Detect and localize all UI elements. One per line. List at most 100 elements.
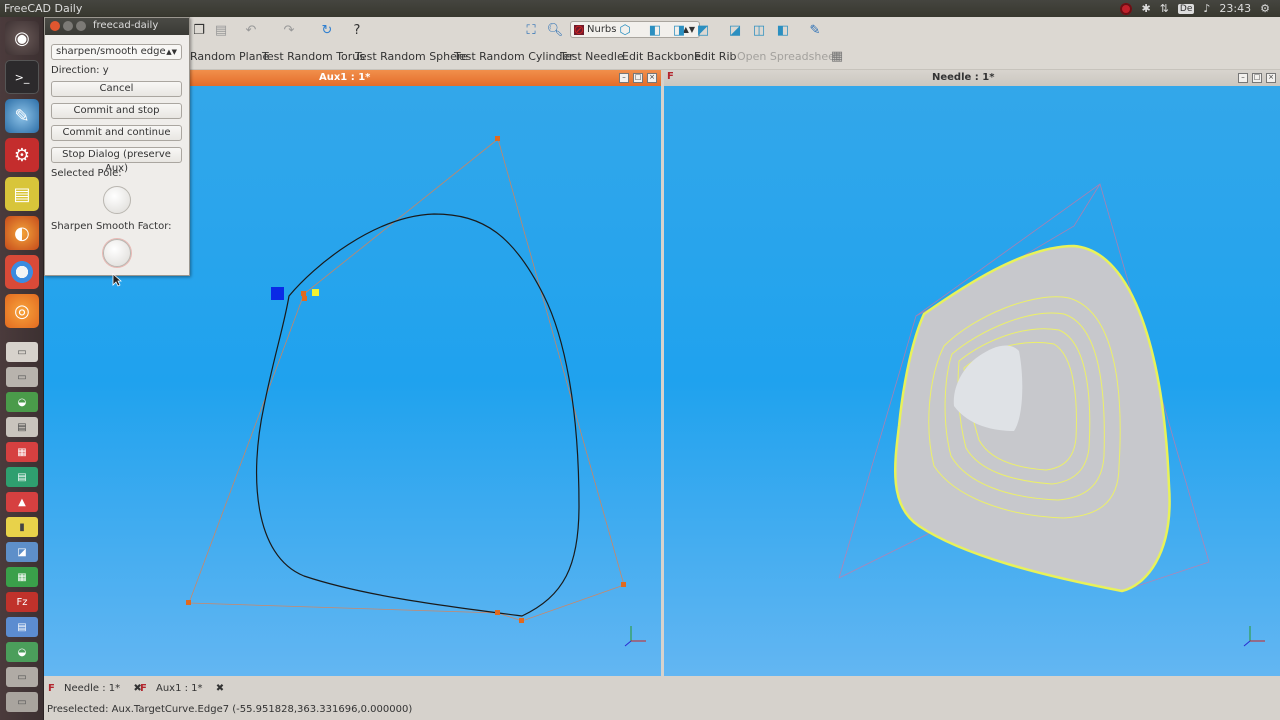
needle-3d-view[interactable] <box>664 86 1280 676</box>
app-icon-12[interactable]: ▭ <box>6 667 38 687</box>
notes-icon[interactable]: ▤ <box>5 177 39 211</box>
tab-aux1[interactable]: F Aux1 : 1* ✖ <box>136 682 230 698</box>
stop-dialog-button[interactable]: Stop Dialog (preserve Aux) <box>51 147 182 174</box>
control-pole[interactable] <box>621 582 626 587</box>
refresh-icon[interactable]: ↻ <box>318 21 336 39</box>
test-random-sphere-button[interactable]: Test Random Sphere <box>355 50 468 63</box>
open-spreadsheet-button[interactable]: Open Spreadsheet <box>737 50 839 63</box>
undo-icon[interactable]: ↶ <box>242 21 260 39</box>
control-pole[interactable] <box>186 600 191 605</box>
firefox-icon[interactable]: ◐ <box>5 216 39 250</box>
view-front-icon[interactable]: ◧ <box>646 21 664 39</box>
view-left-icon[interactable]: ◧ <box>774 21 792 39</box>
volume-icon[interactable]: ♪ <box>1203 2 1210 15</box>
app-icon-4[interactable]: ▦ <box>6 442 38 462</box>
control-pole[interactable] <box>301 291 306 296</box>
view-top-icon[interactable]: ◨ <box>670 21 688 39</box>
edit-backbone-button[interactable]: Edit Backbone <box>622 50 701 63</box>
settings-gear-icon[interactable]: ⚙ <box>1260 2 1270 15</box>
spreadsheet-icon[interactable]: ▦ <box>828 47 846 65</box>
commit-stop-button[interactable]: Commit and stop <box>51 103 182 119</box>
app-icon-9[interactable]: ▦ <box>6 567 38 587</box>
needle-viewport[interactable] <box>664 86 1280 676</box>
axis-cross-icon <box>624 626 646 647</box>
draw-style-icon[interactable]: ⊘ <box>570 21 588 39</box>
freecad-doc-icon: F <box>140 683 147 694</box>
cancel-button[interactable]: Cancel <box>51 81 182 97</box>
maximize-icon[interactable]: □ <box>1252 73 1262 83</box>
app-icon-5[interactable]: ▤ <box>6 467 38 487</box>
transfer-icon[interactable]: ⇅ <box>1160 2 1169 15</box>
control-polygon <box>188 138 625 622</box>
aux1-window-titlebar[interactable]: Aux1 : 1* – □ × <box>190 70 661 86</box>
view-right-icon[interactable]: ◩ <box>694 21 712 39</box>
app-icon-8[interactable]: ◪ <box>6 542 38 562</box>
zoom-icon[interactable]: 🔍︎ <box>546 21 564 39</box>
measure-icon[interactable]: ✎ <box>806 21 824 39</box>
close-icon[interactable] <box>50 21 60 31</box>
blender-icon[interactable]: ◎ <box>5 294 39 328</box>
system-top-bar: FreeCAD Daily ✱ ⇅ De ♪ 23:43 ⚙ <box>0 0 1280 17</box>
view-axo-icon[interactable]: ⬡ <box>616 21 634 39</box>
terminal-icon[interactable]: >_ <box>5 60 39 94</box>
selected-pole-dial[interactable] <box>103 186 131 214</box>
browser-icon[interactable]: ✎ <box>5 99 39 133</box>
status-bar: Preselected: Aux.TargetCurve.Edge7 (-55.… <box>44 701 1280 720</box>
filezilla-icon[interactable]: Fz <box>6 592 38 612</box>
close-icon[interactable]: ✖ <box>216 683 224 694</box>
dialog-titlebar[interactable]: freecad-daily <box>45 18 189 35</box>
chrome-icon[interactable] <box>5 255 39 289</box>
tab-needle[interactable]: F Needle : 1* ✖ <box>44 682 148 698</box>
app-icon-6[interactable]: ▲ <box>6 492 38 512</box>
commit-continue-button[interactable]: Commit and continue <box>51 125 182 141</box>
freecad-icon[interactable]: ⚙ <box>5 138 39 172</box>
selected-pole[interactable] <box>312 289 319 296</box>
view-rear-icon[interactable]: ◪ <box>726 21 744 39</box>
nurbs-toolbar: Random Plane Test Random Torus Test Rand… <box>190 42 1280 70</box>
control-pole[interactable] <box>495 136 500 141</box>
chevron-down-icon: ▲▼ <box>166 48 177 56</box>
files-icon[interactable]: ▭ <box>6 342 38 362</box>
sharpen-smooth-dialog: freecad-daily sharpen/smooth edge ▲▼ Dir… <box>44 17 190 276</box>
keyboard-layout[interactable]: De <box>1177 3 1195 14</box>
whats-this-icon[interactable]: ? <box>348 21 366 39</box>
clock[interactable]: 23:43 <box>1219 2 1251 15</box>
paste-icon[interactable]: ▤ <box>212 21 230 39</box>
control-pole[interactable] <box>302 296 307 301</box>
sharpen-factor-dial[interactable] <box>103 239 131 267</box>
app-icon-1[interactable]: ▭ <box>6 367 38 387</box>
control-pole[interactable] <box>495 610 500 615</box>
view-bottom-icon[interactable]: ◫ <box>750 21 768 39</box>
minimize-icon[interactable]: – <box>1238 73 1248 83</box>
record-icon[interactable] <box>1120 2 1133 15</box>
control-pole[interactable] <box>519 618 524 623</box>
test-needle-button[interactable]: Test Needle <box>560 50 624 63</box>
minimize-icon[interactable] <box>63 21 73 31</box>
freecad-doc-icon: F <box>667 71 674 82</box>
app-icon-3[interactable]: ▤ <box>6 417 38 437</box>
copy-icon[interactable]: ❐ <box>190 21 208 39</box>
maximize-icon[interactable] <box>76 21 86 31</box>
mode-select[interactable]: sharpen/smooth edge ▲▼ <box>51 44 182 60</box>
app-icon-10[interactable]: ▤ <box>6 617 38 637</box>
app-icon-2[interactable]: ◒ <box>6 392 38 412</box>
needle-window-titlebar[interactable]: F Needle : 1* – □ × <box>664 70 1280 86</box>
redo-icon[interactable]: ↷ <box>280 21 298 39</box>
edit-rib-button[interactable]: Edit Rib <box>694 50 736 63</box>
axis-cross-icon <box>1243 626 1265 647</box>
app-icon-13[interactable]: ▭ <box>6 692 38 712</box>
dash-home-icon[interactable]: ◉ <box>5 21 39 55</box>
app-icon-11[interactable]: ◒ <box>6 642 38 662</box>
random-plane-button[interactable]: Random Plane <box>190 50 269 63</box>
close-icon[interactable]: × <box>647 73 657 83</box>
maximize-icon[interactable]: □ <box>633 73 643 83</box>
fit-all-icon[interactable]: ⛶ <box>522 21 540 39</box>
test-random-torus-button[interactable]: Test Random Torus <box>262 50 365 63</box>
close-icon[interactable]: × <box>1266 73 1276 83</box>
minimize-icon[interactable]: – <box>619 73 629 83</box>
test-random-cylinder-button[interactable]: Test Random Cylinder <box>454 50 574 63</box>
blue-marker[interactable] <box>271 287 284 300</box>
app-icon-7[interactable]: ▮ <box>6 517 38 537</box>
network-icon[interactable]: ✱ <box>1141 2 1150 15</box>
freecad-doc-icon: F <box>48 683 55 694</box>
